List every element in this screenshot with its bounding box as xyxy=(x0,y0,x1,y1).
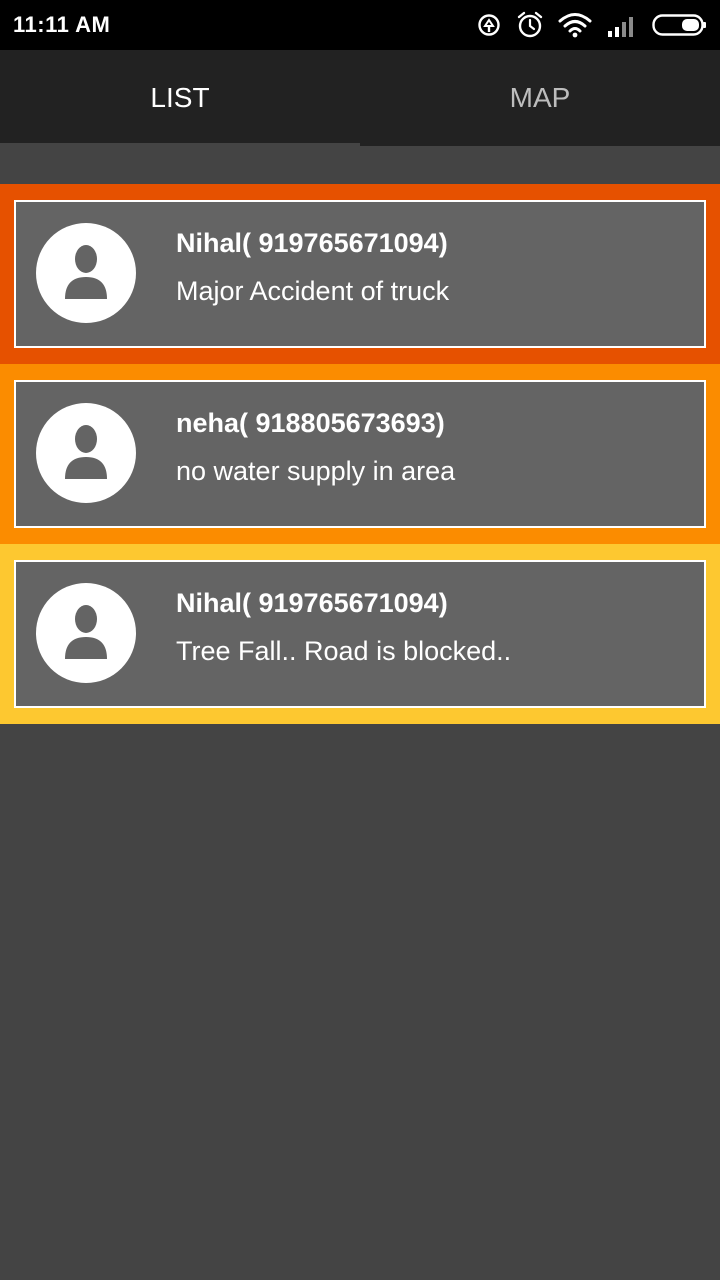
report-description: Tree Fall.. Road is blocked.. xyxy=(176,636,512,666)
battery-icon xyxy=(652,13,708,37)
reporter-name: neha( 918805673693) xyxy=(176,408,445,438)
tab-map-label: MAP xyxy=(509,82,571,113)
tab-list[interactable]: LIST xyxy=(0,50,360,146)
person-icon xyxy=(65,425,107,479)
person-icon xyxy=(65,605,107,659)
sync-icon xyxy=(476,12,502,38)
reporter-name: Nihal( 919765671094) xyxy=(176,588,448,618)
report-row: Nihal( 919765671094) Major Accident of t… xyxy=(0,184,720,364)
tab-bar: LIST MAP xyxy=(0,50,720,146)
report-description: no water supply in area xyxy=(176,456,456,486)
report-description: Major Accident of truck xyxy=(176,276,450,306)
report-row: Nihal( 919765671094) Tree Fall.. Road is… xyxy=(0,544,720,724)
tab-selected-indicator xyxy=(0,143,360,146)
reporter-name: Nihal( 919765671094) xyxy=(176,228,448,258)
report-card[interactable]: Nihal( 919765671094) Major Accident of t… xyxy=(14,200,706,348)
signal-icon xyxy=(606,13,638,37)
status-icons xyxy=(476,8,708,42)
wifi-icon xyxy=(558,12,592,38)
status-time: 11:11 AM xyxy=(13,12,111,37)
tab-list-label: LIST xyxy=(150,82,210,113)
alarm-icon xyxy=(516,11,544,39)
report-card[interactable]: Nihal( 919765671094) Tree Fall.. Road is… xyxy=(14,560,706,708)
avatar xyxy=(36,223,136,323)
person-icon xyxy=(65,245,107,299)
report-card[interactable]: neha( 918805673693) no water supply in a… xyxy=(14,380,706,528)
tab-map[interactable]: MAP xyxy=(360,50,720,146)
avatar xyxy=(36,583,136,683)
report-list: Nihal( 919765671094) Major Accident of t… xyxy=(0,184,720,724)
avatar xyxy=(36,403,136,503)
status-bar: 11:11 AM xyxy=(0,0,720,50)
report-row: neha( 918805673693) no water supply in a… xyxy=(0,364,720,544)
